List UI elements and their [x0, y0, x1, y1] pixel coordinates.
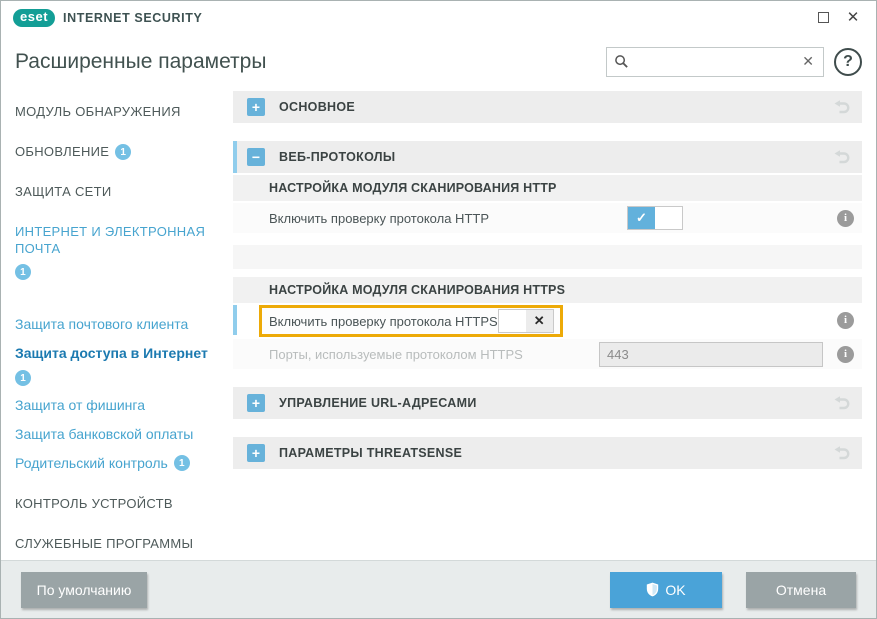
- page-title: Расширенные параметры: [15, 50, 266, 74]
- uac-shield-icon: [646, 582, 659, 597]
- titlebar: eset INTERNET SECURITY ✕: [1, 1, 876, 34]
- toggle-check-icon: ✓: [628, 207, 655, 229]
- undo-icon[interactable]: [832, 443, 852, 463]
- eset-advanced-setup-window: eset INTERNET SECURITY ✕ Расширенные пар…: [0, 0, 877, 619]
- close-button[interactable]: ✕: [838, 6, 868, 30]
- cancel-button[interactable]: Отмена: [746, 572, 856, 608]
- https-toggle-row: Включить проверку протокола HTTPS ✕ i: [233, 303, 862, 337]
- section-web-protocols-title: ВЕБ-ПРОТОКОЛЫ: [279, 150, 395, 164]
- https-protocol-toggle[interactable]: ✕: [498, 309, 554, 333]
- expand-icon[interactable]: +: [247, 98, 265, 116]
- undo-icon[interactable]: [832, 97, 852, 117]
- default-button[interactable]: По умолчанию: [21, 572, 147, 608]
- empty-row: [233, 245, 862, 269]
- close-icon: ✕: [847, 10, 860, 25]
- info-icon[interactable]: i: [837, 210, 854, 227]
- section-url-management[interactable]: + УПРАВЛЕНИЕ URL-АДРЕСАМИ: [233, 387, 862, 419]
- sidebar-item-web-access-protection[interactable]: Защита доступа в Интернет1: [15, 344, 223, 386]
- section-threatsense[interactable]: + ПАРАМЕТРЫ THREATSENSE: [233, 437, 862, 469]
- search-icon: [614, 54, 629, 69]
- maximize-button[interactable]: [808, 6, 838, 30]
- section-web-protocols[interactable]: − ВЕБ-ПРОТОКОЛЫ: [233, 141, 862, 173]
- https-ports-row: Порты, используемые протоколом HTTPS i: [233, 339, 862, 369]
- search-input[interactable]: [629, 54, 800, 69]
- footer: По умолчанию OK Отмена: [1, 560, 876, 618]
- parental-badge: 1: [174, 455, 190, 471]
- section-basic[interactable]: + ОСНОВНОЕ: [233, 91, 862, 123]
- product-name: INTERNET SECURITY: [63, 11, 202, 25]
- sidebar-item-web-and-email[interactable]: ИНТЕРНЕТ И ЭЛЕКТРОННАЯ ПОЧТА1: [15, 223, 223, 280]
- sidebar-item-detection-engine[interactable]: МОДУЛЬ ОБНАРУЖЕНИЯ: [15, 103, 223, 120]
- page-header: Расширенные параметры ✕ ?: [1, 34, 876, 89]
- https-ports-input[interactable]: [599, 342, 823, 367]
- expand-icon[interactable]: +: [247, 394, 265, 412]
- info-icon[interactable]: i: [837, 346, 854, 363]
- https-toggle-highlight: Включить проверку протокола HTTPS ✕: [259, 305, 563, 337]
- info-icon[interactable]: i: [837, 312, 854, 329]
- sidebar-item-tools[interactable]: СЛУЖЕБНЫЕ ПРОГРАММЫ: [15, 535, 223, 552]
- sidebar-item-email-client-protection[interactable]: Защита почтового клиента: [15, 315, 223, 334]
- http-toggle-row: Включить проверку протокола HTTP ✓ i: [233, 203, 862, 233]
- section-threatsense-title: ПАРАМЕТРЫ THREATSENSE: [279, 446, 462, 460]
- update-badge: 1: [115, 144, 131, 160]
- https-ports-label: Порты, используемые протоколом HTTPS: [269, 347, 523, 362]
- section-url-management-title: УПРАВЛЕНИЕ URL-АДРЕСАМИ: [279, 396, 477, 410]
- http-scanner-group-title: НАСТРОЙКА МОДУЛЯ СКАНИРОВАНИЯ HTTP: [233, 175, 862, 201]
- sidebar-item-device-control[interactable]: КОНТРОЛЬ УСТРОЙСТВ: [15, 495, 223, 512]
- undo-icon[interactable]: [832, 147, 852, 167]
- ok-button[interactable]: OK: [610, 572, 722, 608]
- web-access-badge: 1: [15, 370, 31, 386]
- https-scanner-group-title: НАСТРОЙКА МОДУЛЯ СКАНИРОВАНИЯ HTTPS: [233, 277, 862, 303]
- sidebar: МОДУЛЬ ОБНАРУЖЕНИЯ ОБНОВЛЕНИЕ1 ЗАЩИТА СЕ…: [1, 89, 233, 560]
- http-toggle-label: Включить проверку протокола HTTP: [269, 211, 489, 226]
- section-basic-title: ОСНОВНОЕ: [279, 100, 355, 114]
- sidebar-item-antiphishing[interactable]: Защита от фишинга: [15, 396, 223, 415]
- toggle-cross-icon: ✕: [526, 310, 553, 332]
- undo-icon[interactable]: [832, 393, 852, 413]
- https-toggle-label: Включить проверку протокола HTTPS: [269, 314, 498, 329]
- sidebar-item-parental-control[interactable]: Родительский контроль1: [15, 454, 223, 473]
- maximize-icon: [818, 12, 829, 23]
- eset-logo: eset: [13, 9, 55, 27]
- ok-button-label: OK: [665, 582, 685, 598]
- sidebar-item-banking-protection[interactable]: Защита банковской оплаты: [15, 425, 223, 444]
- help-icon: ?: [843, 53, 853, 71]
- expand-icon[interactable]: +: [247, 444, 265, 462]
- search-clear-icon[interactable]: ✕: [800, 53, 816, 70]
- help-button[interactable]: ?: [834, 48, 862, 76]
- sidebar-item-update[interactable]: ОБНОВЛЕНИЕ1: [15, 143, 223, 160]
- settings-content: + ОСНОВНОЕ − ВЕБ-ПРОТОКОЛЫ НАСТРОЙКА МОД…: [233, 89, 876, 560]
- sidebar-item-network-protection[interactable]: ЗАЩИТА СЕТИ: [15, 183, 223, 200]
- eset-logo-text: eset: [20, 9, 48, 24]
- body: МОДУЛЬ ОБНАРУЖЕНИЯ ОБНОВЛЕНИЕ1 ЗАЩИТА СЕ…: [1, 89, 876, 560]
- collapse-icon[interactable]: −: [247, 148, 265, 166]
- http-protocol-toggle[interactable]: ✓: [627, 206, 683, 230]
- web-email-badge: 1: [15, 264, 31, 280]
- search-box[interactable]: ✕: [606, 47, 824, 77]
